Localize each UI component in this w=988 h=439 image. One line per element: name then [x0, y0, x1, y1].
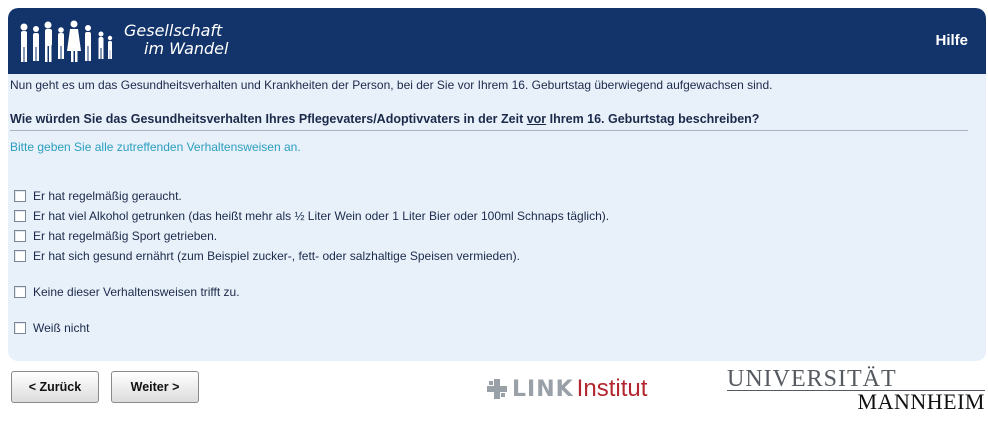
option-alcohol[interactable]: Er hat viel Alkohol getrunken (das heißt…: [14, 209, 609, 223]
checkbox-sport[interactable]: [14, 230, 26, 242]
checkbox-dont-know[interactable]: [14, 322, 26, 334]
checkbox-smoked[interactable]: [14, 190, 26, 202]
logo-line-1: Gesellschaft: [124, 21, 223, 40]
next-button[interactable]: Weiter >: [111, 371, 199, 403]
option-label: Keine dieser Verhaltensweisen trifft zu.: [33, 285, 240, 299]
logo-line-2: im Wandel: [144, 39, 229, 58]
option-label: Weiß nicht: [33, 321, 90, 335]
option-smoked[interactable]: Er hat regelmäßig geraucht.: [14, 189, 182, 203]
checkbox-healthy-diet[interactable]: [14, 250, 26, 262]
option-label: Er hat viel Alkohol getrunken (das heißt…: [33, 209, 610, 223]
question-part-2: Ihrem 16. Geburtstag beschreiben?: [546, 112, 760, 126]
option-healthy-diet[interactable]: Er hat sich gesund ernährt (zum Beispiel…: [14, 249, 520, 263]
people-silhouettes-icon: [20, 20, 113, 62]
back-button[interactable]: < Zurück: [11, 371, 99, 403]
header-divider: [8, 71, 986, 74]
survey-panel: Gesellschaft im Wandel Hilfe: [8, 8, 986, 361]
gesellschaft-logo: Gesellschaft im Wandel: [16, 18, 246, 66]
question-text: Wie würden Sie das Gesundheitsverhalten …: [10, 112, 759, 126]
checkbox-alcohol[interactable]: [14, 210, 26, 222]
question-emphasis: vor: [526, 112, 547, 126]
logo-wordmark: Gesellschaft im Wandel: [124, 22, 228, 58]
uni-mannheim-logo: UNIVERSITÄT MANNHEIM: [727, 366, 985, 414]
option-label: Er hat sich gesund ernährt (zum Beispiel…: [33, 249, 520, 263]
option-none[interactable]: Keine dieser Verhaltensweisen trifft zu.: [14, 285, 240, 299]
header-bar: Gesellschaft im Wandel Hilfe: [8, 8, 986, 71]
instruction-text: Bitte geben Sie alle zutreffenden Verhal…: [10, 140, 301, 154]
option-label: Er hat regelmäßig Sport getrieben.: [33, 229, 218, 243]
question-divider: [10, 130, 968, 131]
checkbox-none[interactable]: [14, 286, 26, 298]
intro-text: Nun geht es um das Gesundheitsverhalten …: [10, 78, 773, 92]
option-dont-know[interactable]: Weiß nicht: [14, 321, 89, 335]
uni-line-2: MANNHEIM: [857, 389, 985, 414]
link-cross-icon: [487, 379, 507, 399]
help-link[interactable]: Hilfe: [935, 32, 968, 49]
option-label: Er hat regelmäßig geraucht.: [33, 189, 182, 203]
question-part-1: Wie würden Sie das Gesundheitsverhalten …: [10, 112, 527, 126]
uni-line-1: UNIVERSITÄT: [727, 366, 897, 392]
link-institut-logo: LINK Institut: [486, 375, 648, 402]
institut-wordmark: Institut: [576, 375, 648, 402]
option-sport[interactable]: Er hat regelmäßig Sport getrieben.: [14, 229, 217, 243]
link-wordmark: LINK: [512, 376, 574, 402]
